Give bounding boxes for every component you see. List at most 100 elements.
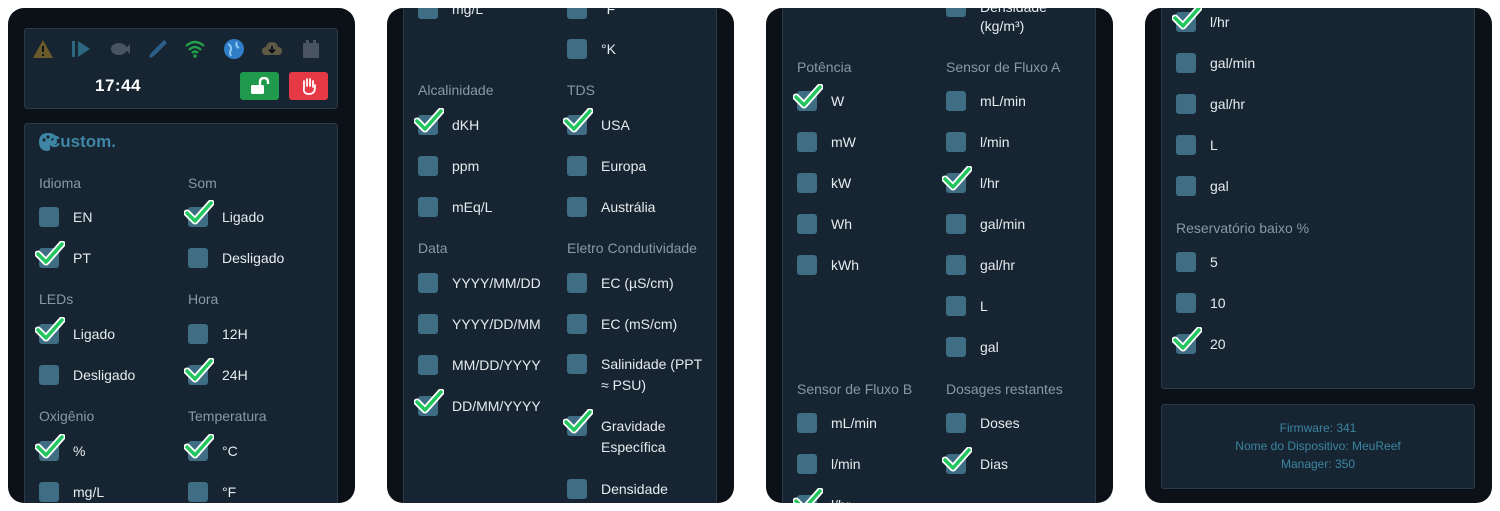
checkbox[interactable] — [184, 358, 214, 385]
option-fluxo-b[interactable]: gal/min — [1176, 52, 1255, 74]
checkbox[interactable] — [797, 132, 817, 152]
checkbox[interactable] — [797, 413, 817, 433]
checkbox[interactable] — [946, 8, 966, 17]
option-eletro[interactable]: EC (mS/cm) — [567, 313, 677, 335]
checkbox[interactable] — [39, 365, 59, 385]
checkbox[interactable] — [946, 91, 966, 111]
option-data[interactable]: DD/MM/YYYY — [414, 389, 541, 417]
option-alcalinidade[interactable]: dKH — [414, 108, 479, 136]
option-data[interactable]: MM/DD/YYYY — [418, 354, 541, 376]
option-fluxo-b[interactable]: l/min — [797, 453, 861, 475]
checkbox[interactable] — [414, 389, 444, 416]
option-fluxo-a[interactable]: gal/hr — [946, 254, 1015, 276]
option-fluxo-b[interactable]: l/hr — [1172, 8, 1229, 33]
checkbox[interactable] — [1176, 176, 1196, 196]
warning-icon[interactable] — [32, 38, 54, 60]
option-alcalinidade[interactable]: ppm — [418, 155, 479, 177]
checkbox[interactable] — [567, 273, 587, 293]
option-fluxo-a[interactable]: L — [946, 295, 988, 317]
checkbox[interactable] — [797, 255, 817, 275]
option-tds[interactable]: Austrália — [567, 196, 655, 218]
option-dosagens[interactable]: Dias — [942, 447, 1008, 475]
checkbox[interactable] — [797, 214, 817, 234]
checkbox[interactable] — [946, 296, 966, 316]
option-idioma[interactable]: EN — [39, 206, 92, 228]
option-fluxo-a[interactable]: l/min — [946, 131, 1010, 153]
checkbox[interactable] — [946, 132, 966, 152]
checkbox[interactable] — [1176, 252, 1196, 272]
checkbox[interactable] — [797, 173, 817, 193]
option-temperatura[interactable]: °K — [567, 38, 616, 60]
option-leds[interactable]: Ligado — [35, 317, 115, 345]
unlock-button[interactable] — [240, 72, 279, 100]
stop-button[interactable] — [289, 72, 328, 100]
checkbox[interactable] — [942, 447, 972, 474]
checkbox[interactable] — [188, 248, 208, 268]
option-reservatorio[interactable]: 20 — [1172, 327, 1226, 355]
checkbox[interactable] — [418, 355, 438, 375]
checkbox[interactable] — [39, 207, 59, 227]
option-potencia[interactable]: kW — [797, 172, 851, 194]
checkbox[interactable] — [567, 197, 587, 217]
option-potencia[interactable]: W — [793, 84, 844, 112]
checkbox[interactable] — [418, 156, 438, 176]
checkbox[interactable] — [946, 413, 966, 433]
checkbox[interactable] — [567, 39, 587, 59]
option-fluxo-a[interactable]: gal — [946, 336, 999, 358]
checkbox[interactable] — [1176, 293, 1196, 313]
option-eletro[interactable]: Gravidade Específica — [563, 409, 709, 455]
checkbox[interactable] — [567, 479, 587, 499]
option-oxigenio[interactable]: % — [35, 434, 85, 462]
checkbox[interactable] — [567, 314, 587, 334]
option-eletro[interactable]: Densidade — [946, 8, 1047, 18]
checkbox[interactable] — [1176, 94, 1196, 114]
checkbox[interactable] — [563, 409, 593, 436]
option-potencia[interactable]: mW — [797, 131, 856, 153]
wifi-icon[interactable] — [184, 38, 206, 60]
checkbox[interactable] — [418, 314, 438, 334]
checkbox[interactable] — [188, 482, 208, 502]
checkbox[interactable] — [188, 324, 208, 344]
option-hora[interactable]: 12H — [188, 323, 248, 345]
checkbox[interactable] — [418, 8, 438, 19]
option-fluxo-a[interactable]: mL/min — [946, 90, 1026, 112]
pipette-icon[interactable] — [147, 38, 169, 60]
option-fluxo-b[interactable]: gal — [1176, 175, 1229, 197]
option-data[interactable]: YYYY/MM/DD — [418, 272, 541, 294]
option-temperatura[interactable]: °F — [567, 8, 615, 20]
checkbox[interactable] — [946, 337, 966, 357]
option-alcalinidade[interactable]: mEq/L — [418, 196, 492, 218]
globe-icon[interactable] — [223, 38, 245, 60]
option-eletro[interactable]: Salinidade (PPT ≈ PSU) — [567, 354, 709, 393]
option-hora[interactable]: 24H — [184, 358, 248, 386]
checkbox[interactable] — [797, 454, 817, 474]
cloud-download-icon[interactable] — [261, 38, 283, 60]
checkbox[interactable] — [567, 8, 587, 19]
option-fluxo-b[interactable]: L — [1176, 134, 1218, 156]
option-som[interactable]: Ligado — [184, 200, 264, 228]
option-temperatura[interactable]: °F — [188, 481, 236, 503]
checkbox[interactable] — [946, 214, 966, 234]
option-eletro[interactable]: Densidade — [567, 478, 668, 500]
checkbox[interactable] — [35, 434, 65, 461]
option-idioma[interactable]: PT — [35, 241, 91, 269]
fish-icon[interactable] — [109, 38, 131, 60]
option-fluxo-a[interactable]: gal/min — [946, 213, 1025, 235]
checkbox[interactable] — [793, 84, 823, 111]
option-som[interactable]: Desligado — [188, 247, 284, 269]
checkbox[interactable] — [567, 354, 587, 374]
option-fluxo-b[interactable]: l/hr — [793, 488, 850, 503]
option-leds[interactable]: Desligado — [39, 364, 135, 386]
checkbox[interactable] — [35, 241, 65, 268]
option-reservatorio[interactable]: 5 — [1176, 251, 1218, 273]
checkbox[interactable] — [942, 166, 972, 193]
checkbox[interactable] — [184, 434, 214, 461]
option-temperatura[interactable]: °C — [184, 434, 238, 462]
option-reservatorio[interactable]: 10 — [1176, 292, 1226, 314]
checkbox[interactable] — [35, 317, 65, 344]
checkbox[interactable] — [184, 200, 214, 227]
checkbox[interactable] — [418, 197, 438, 217]
option-fluxo-b[interactable]: gal/hr — [1176, 93, 1245, 115]
checkbox[interactable] — [1172, 327, 1202, 354]
option-potencia[interactable]: Wh — [797, 213, 852, 235]
